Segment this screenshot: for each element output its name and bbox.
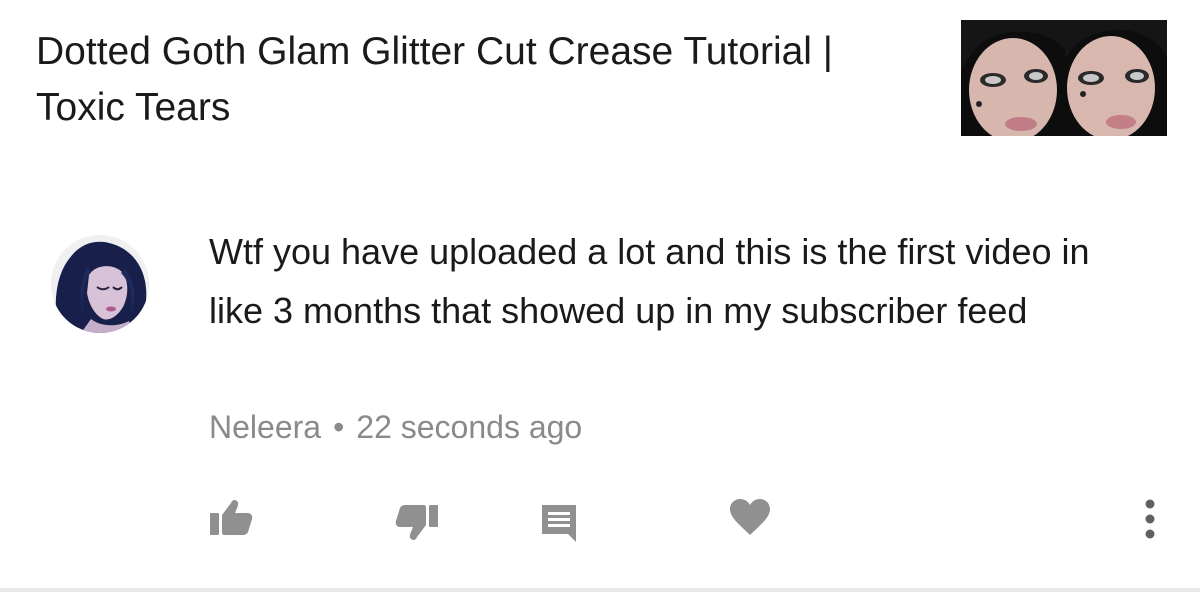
video-thumbnail[interactable] <box>961 20 1167 136</box>
avatar-image-icon <box>51 235 149 333</box>
thumbs-down-icon <box>395 505 438 541</box>
comment-author[interactable]: Neleera <box>209 409 321 445</box>
more-vertical-icon <box>1145 499 1155 539</box>
comment-icon <box>542 505 576 542</box>
reply-button[interactable] <box>534 500 584 546</box>
more-options-button[interactable] <box>1136 494 1164 544</box>
thumbs-up-icon <box>210 499 253 535</box>
like-button[interactable] <box>206 494 256 540</box>
heart-button[interactable] <box>726 494 774 540</box>
comment-text: Wtf you have uploaded a lot and this is … <box>209 231 1090 331</box>
heart-icon <box>730 499 770 535</box>
comment-screen: Dotted Goth Glam Glitter Cut Crease Tuto… <box>0 0 1200 592</box>
video-title[interactable]: Dotted Goth Glam Glitter Cut Crease Tuto… <box>36 24 916 136</box>
meta-separator: • <box>333 409 345 445</box>
thumbnail-image-icon <box>961 20 1167 136</box>
dislike-button[interactable] <box>392 500 442 546</box>
comment-time: 22 seconds ago <box>356 409 583 445</box>
comment-meta: Neleera • 22 seconds ago <box>209 405 582 449</box>
avatar[interactable] <box>51 235 149 333</box>
divider <box>0 588 1200 592</box>
